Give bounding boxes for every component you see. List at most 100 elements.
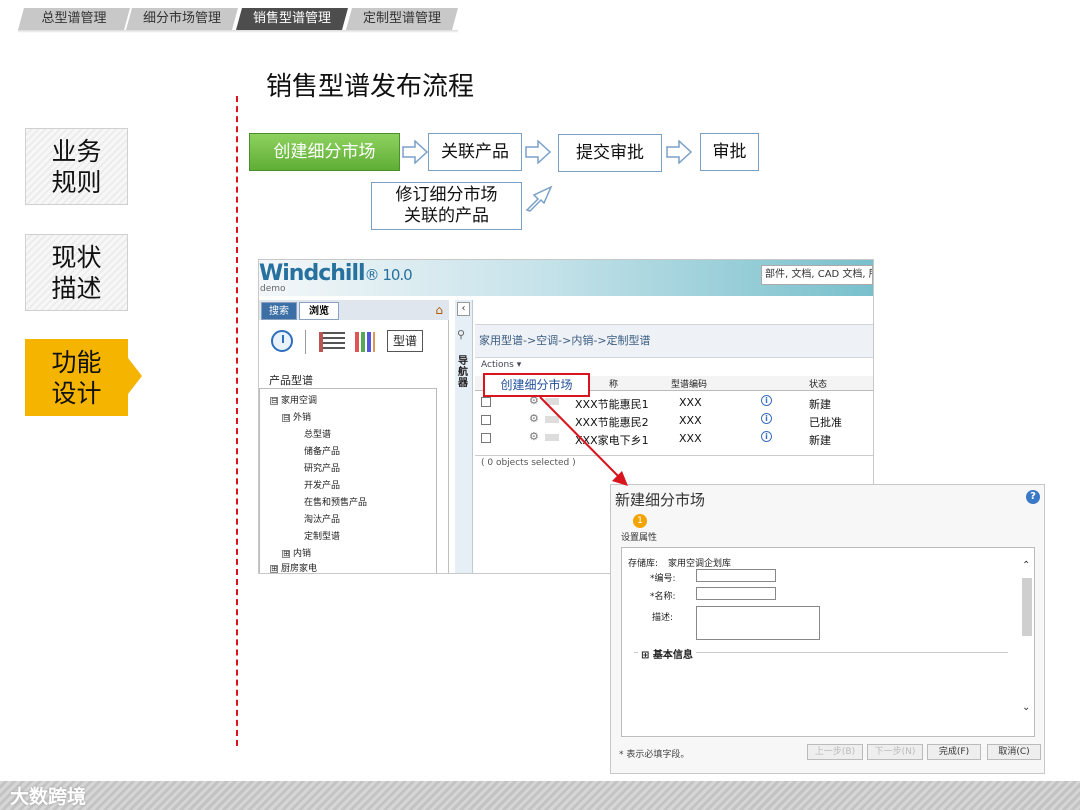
side-item-label: 业务 规则 [51,136,102,197]
search-icon[interactable]: ⚲ [457,328,465,341]
flow-step-revise: 修订细分市场 关联的产品 [371,182,522,230]
actions-menu[interactable]: Actions ▾ [481,360,521,370]
product-tree: ⊟ 家用空调 ⊟ 外销 总型谱 储备产品 研究产品 开发产品 在售和预售产品 淘汰产… [259,388,437,573]
column-status[interactable]: 状态 [809,377,827,390]
active-pointer-icon [128,358,142,394]
tab-sales-spectrum[interactable]: 销售型谱管理 [236,8,348,30]
row-code: XXX [679,414,702,427]
column-code[interactable]: 型谱编码 [671,377,707,390]
number-label: *编号: [650,574,676,584]
expand-icon[interactable]: ⊞ [282,550,290,558]
tab-browse[interactable]: 浏览 [299,302,339,320]
flow-arrow-up-icon [525,185,553,212]
flow-step-approve: 审批 [700,133,759,171]
windchill-header: Windchill® 10.0 demo 部件, 文档, CAD 文档, 所 [259,260,873,296]
basic-info-section[interactable]: ⊞ 基本信息 [638,646,696,661]
side-item-current-state[interactable]: 现状 描述 [25,234,128,311]
tree-node[interactable]: 总型谱 [304,427,331,440]
row-code: XXX [679,396,702,409]
icon-separator [305,330,306,354]
info-icon[interactable]: i [761,395,772,406]
number-field[interactable] [696,569,776,582]
expand-icon[interactable]: ⊞ [270,565,278,573]
collapse-icon[interactable]: ⊟ [282,414,290,422]
help-icon[interactable]: ? [1026,490,1040,504]
info-icon[interactable]: i [761,413,772,424]
tree-node[interactable]: 储备产品 [304,444,340,457]
dashed-divider [236,96,238,746]
scroll-thumb[interactable] [1022,578,1032,636]
selection-status: ( 0 objects selected ) [475,455,873,469]
document-icon [545,398,559,405]
brand-watermark: 大数跨境 [10,786,87,808]
step-icon: 1 [633,514,647,528]
table-row[interactable]: ⚙ XXX节能惠民2 XXX i 已批准 [475,412,873,430]
tab-bar-shadow [18,30,458,33]
row-name[interactable]: XXX节能惠民1 [575,396,649,412]
tab-custom-spectrum[interactable]: 定制型谱管理 [346,8,458,30]
flow-step-submit-approval: 提交审批 [558,134,662,172]
list-view-icon[interactable] [319,332,345,352]
side-item-label: 功能 设计 [51,347,102,408]
scroll-up-icon[interactable]: ⌃ [1022,560,1030,571]
gear-icon[interactable]: ⚙ [529,412,539,425]
finish-button[interactable]: 完成(F) [927,744,981,760]
row-status: 新建 [809,434,831,447]
flow-arrow-icon [402,140,428,164]
library-icon[interactable] [355,332,375,352]
tree-node[interactable]: ⊞ 厨房家电 [270,561,317,573]
windchill-search-input[interactable]: 部件, 文档, CAD 文档, 所 [761,265,873,285]
info-icon[interactable]: i [761,431,772,442]
recent-icon[interactable] [271,330,293,352]
side-item-label: 现状 描述 [51,242,102,303]
create-segment-action[interactable]: 创建细分市场 [483,373,590,397]
tree-node[interactable]: 定制型谱 [304,529,340,542]
home-icon[interactable]: ⌂ [435,303,443,317]
side-item-business-rules[interactable]: 业务 规则 [25,128,128,205]
tree-node[interactable]: 研究产品 [304,461,340,474]
side-item-function-design[interactable]: 功能 设计 [25,339,128,416]
tree-title: 产品型谱 [269,374,313,387]
breadcrumb: 家用型谱->空调->内销->定制型谱 [475,324,873,358]
row-checkbox[interactable] [481,415,491,425]
back-button[interactable]: 上一步(B) [807,744,863,760]
collapse-icon[interactable]: ⊟ [270,397,278,405]
attributes-panel: 存储库: 家用空调企划库 *编号: *名称: 描述: ⊞ 基本信息 ⌃ ⌄ [621,547,1035,737]
description-label: 描述: [652,613,674,623]
row-checkbox[interactable] [481,433,491,443]
row-status: 已批准 [809,416,842,429]
tab-overall-spectrum[interactable]: 总型谱管理 [18,8,130,30]
description-field[interactable] [696,606,820,640]
tab-market-segment[interactable]: 细分市场管理 [126,8,238,30]
repository-label: 存储库: [628,559,659,569]
flow-arrow-icon [666,140,692,164]
windchill-logo: Windchill® 10.0 [259,261,413,286]
document-icon [545,434,559,441]
dialog-title: 新建细分市场 [615,491,706,509]
next-button[interactable]: 下一步(N) [867,744,923,760]
tree-node[interactable]: 淘汰产品 [304,512,340,525]
row-checkbox[interactable] [481,397,491,407]
flow-step-link-product: 关联产品 [428,133,522,171]
tree-node[interactable]: 在售和预售产品 [304,495,367,508]
page-title: 销售型谱发布流程 [266,72,475,102]
scroll-down-icon[interactable]: ⌄ [1022,702,1030,713]
name-field[interactable] [696,587,776,600]
tree-node[interactable]: ⊟ 外销 [282,410,311,423]
scrollbar[interactable]: ⌃ ⌄ [1022,552,1032,732]
row-status: 新建 [809,398,831,411]
spectrum-type-button[interactable]: 型谱 [387,330,423,352]
tree-node[interactable]: ⊞ 内销 [282,546,311,559]
cancel-button[interactable]: 取消(C) [987,744,1041,760]
tree-node[interactable]: 开发产品 [304,478,340,491]
tab-search[interactable]: 搜索 [261,302,297,320]
row-name[interactable]: XXX家电下乡1 [575,432,649,448]
flow-step-create-segment: 创建细分市场 [249,133,400,171]
step-label: 设置属性 [621,533,658,543]
tree-node[interactable]: ⊟ 家用空调 [270,393,317,406]
table-row[interactable]: ⚙ XXX家电下乡1 XXX i 新建 [475,430,873,448]
gear-icon[interactable]: ⚙ [529,430,539,443]
collapse-panel-icon[interactable]: ‹ [457,302,470,316]
column-name[interactable]: 称 [609,377,618,390]
row-name[interactable]: XXX节能惠民2 [575,414,649,430]
